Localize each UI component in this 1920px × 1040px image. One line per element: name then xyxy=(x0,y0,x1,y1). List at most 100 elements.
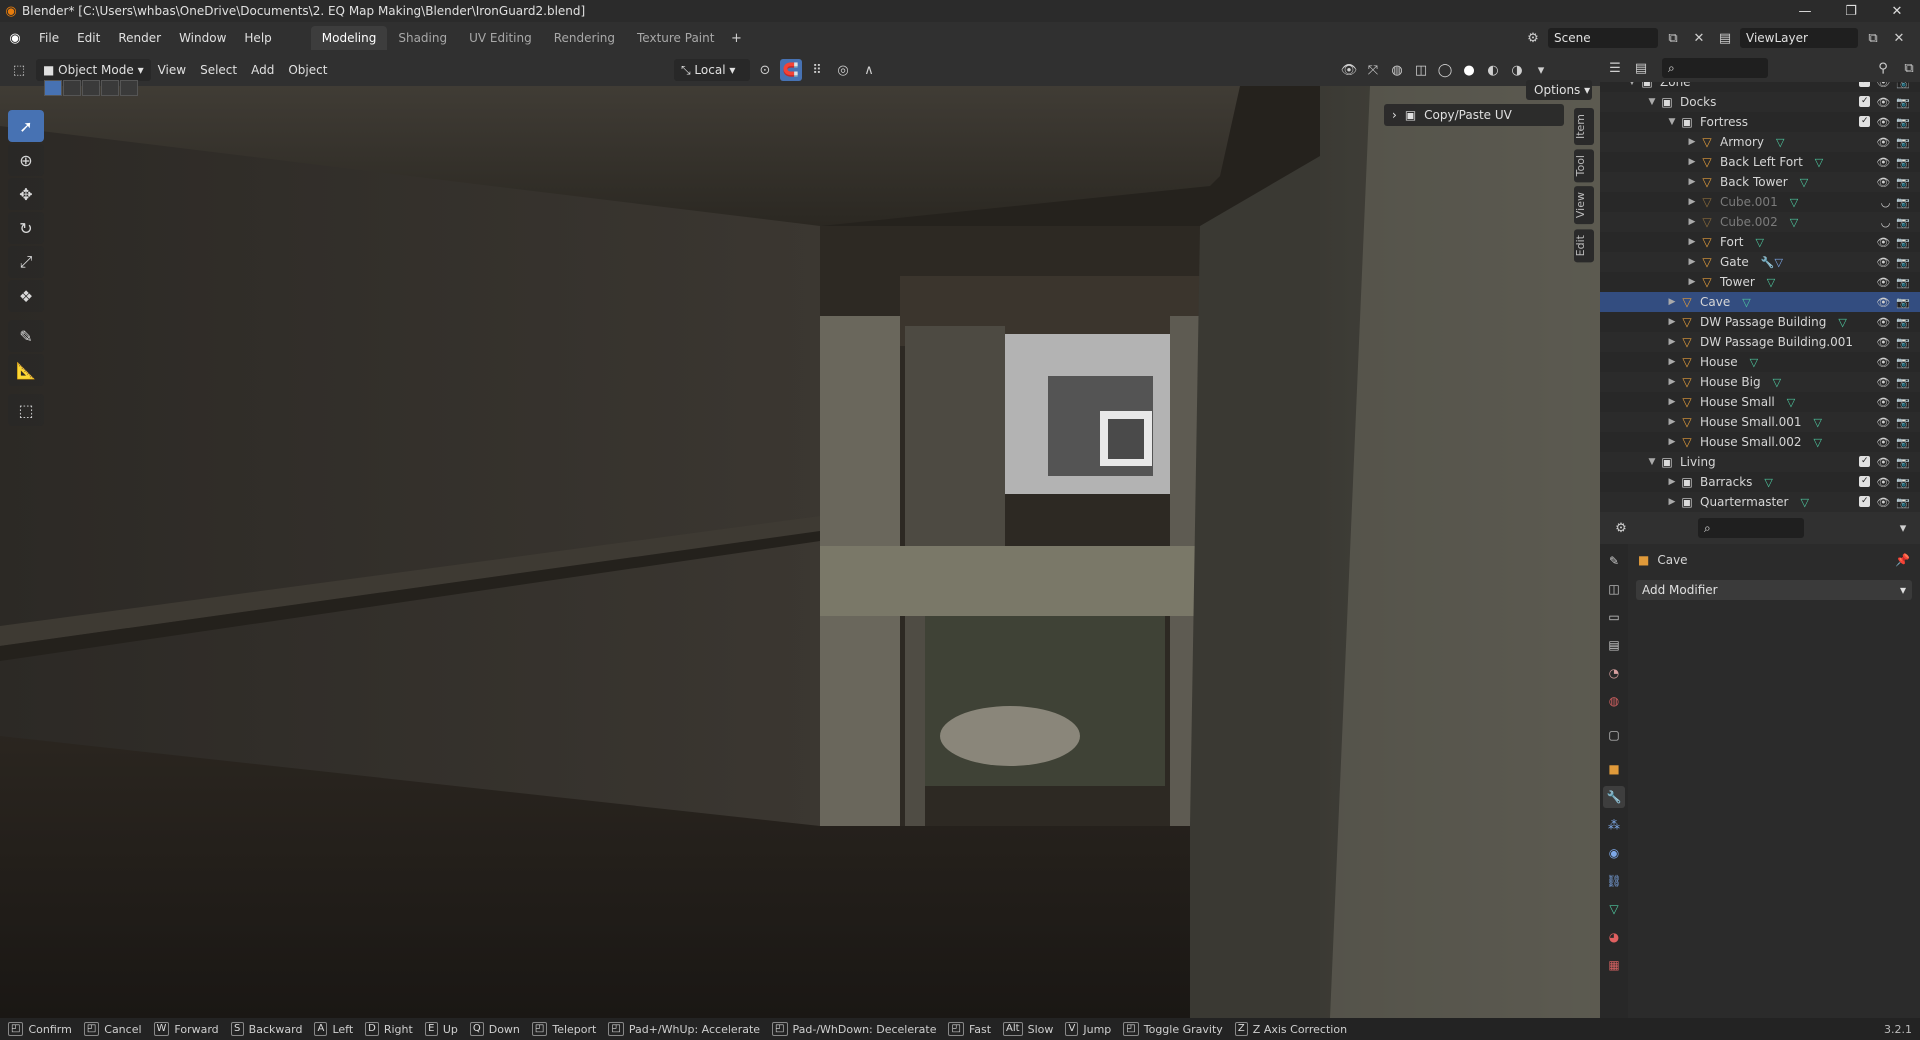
tab-modeling[interactable]: Modeling xyxy=(310,26,388,50)
outliner-row[interactable]: ▶ ▽ Back Left Fort ▽ 👁 📷 xyxy=(1600,152,1920,172)
select-new-icon[interactable] xyxy=(44,80,62,96)
outliner-row[interactable]: ▶ ▽ Cube.002 ▽ ◡ 📷 xyxy=(1600,212,1920,232)
collapse-arrow-icon[interactable]: ▶ xyxy=(1666,437,1678,447)
collapse-arrow-icon[interactable]: ▶ xyxy=(1686,257,1698,267)
outliner-row[interactable]: ▶ ▽ House Small ▽ 👁 📷 xyxy=(1600,392,1920,412)
mode-selector[interactable]: ■ Object Mode ▾ xyxy=(36,59,151,81)
measure-tool-icon[interactable]: 📐 xyxy=(8,354,44,386)
expand-arrow-icon[interactable]: ▼ xyxy=(1626,82,1638,87)
remove-scene-icon[interactable]: ✕ xyxy=(1688,27,1710,49)
properties-search-input[interactable]: ⌕ xyxy=(1698,518,1804,538)
collapse-arrow-icon[interactable]: ▶ xyxy=(1666,337,1678,347)
proportional-edit-icon[interactable]: ◎ xyxy=(832,59,854,81)
blender-menu-icon[interactable]: ◉ xyxy=(0,27,30,49)
collapse-arrow-icon[interactable]: ▶ xyxy=(1686,277,1698,287)
camera-icon[interactable]: 📷 xyxy=(1896,196,1910,209)
camera-icon[interactable]: 📷 xyxy=(1896,96,1910,109)
outliner-row[interactable]: ▼ ▣ Docks ✓ 👁 📷 xyxy=(1600,92,1920,112)
camera-icon[interactable]: 📷 xyxy=(1896,436,1910,449)
new-collection-icon[interactable]: ⧉ xyxy=(1898,57,1920,79)
3d-viewport[interactable] xyxy=(0,86,1600,1018)
mesh-data-badge-icon[interactable]: ▽ xyxy=(1773,376,1781,389)
mesh-data-badge-icon[interactable]: ▽ xyxy=(1813,436,1821,449)
world-tab-icon[interactable]: ◍ xyxy=(1603,690,1625,712)
camera-icon[interactable]: 📷 xyxy=(1896,416,1910,429)
transform-tool-icon[interactable]: ❖ xyxy=(8,280,44,312)
select-intersect-icon[interactable] xyxy=(120,80,138,96)
camera-icon[interactable]: 📷 xyxy=(1896,376,1910,389)
camera-icon[interactable]: 📷 xyxy=(1896,156,1910,169)
menu-window[interactable]: Window xyxy=(170,26,235,50)
collapse-arrow-icon[interactable]: ▶ xyxy=(1666,297,1678,307)
mesh-data-badge-icon[interactable]: ▽ xyxy=(1764,476,1772,489)
camera-icon[interactable]: 📷 xyxy=(1896,396,1910,409)
eye-icon[interactable]: 👁 xyxy=(1876,136,1890,149)
camera-icon[interactable]: 📷 xyxy=(1896,336,1910,349)
camera-icon[interactable]: 📷 xyxy=(1896,176,1910,189)
pivot-icon[interactable]: ⊙ xyxy=(754,59,776,81)
eye-closed-icon[interactable]: ◡ xyxy=(1881,216,1891,229)
output-tab-icon[interactable]: ▭ xyxy=(1603,606,1625,628)
orientation-selector[interactable]: ⤡ Local ▾ xyxy=(674,59,750,81)
exclude-checkbox[interactable]: ✓ xyxy=(1859,495,1871,507)
outliner-row[interactable]: ▶ ▽ House Small.001 ▽ 👁 📷 xyxy=(1600,412,1920,432)
select-invert-icon[interactable] xyxy=(101,80,119,96)
outliner-row[interactable]: ▶ ▽ Tower ▽ 👁 📷 xyxy=(1600,272,1920,292)
select-box-tool-icon[interactable]: ➚ xyxy=(8,110,44,142)
outliner-row[interactable]: ▶ ▣ Quartermaster ▽ ✓ 👁 📷 xyxy=(1600,492,1920,512)
mesh-data-badge-icon[interactable]: ▽ xyxy=(1767,276,1775,289)
modifier-tab-icon[interactable]: 🔧 xyxy=(1603,786,1625,808)
falloff-icon[interactable]: ∧ xyxy=(858,59,880,81)
display-mode-icon[interactable]: ▤ xyxy=(1630,57,1652,79)
eye-icon[interactable]: 👁 xyxy=(1876,82,1890,89)
visibility-icon[interactable]: 👁 xyxy=(1338,59,1360,81)
minimize-button[interactable]: — xyxy=(1782,0,1828,22)
outliner-row[interactable]: ▶ ▽ House ▽ 👁 📷 xyxy=(1600,352,1920,372)
outliner-row[interactable]: ▶ ▽ Cave ▽ 👁 📷 xyxy=(1600,292,1920,312)
chevron-down-icon[interactable]: ▾ xyxy=(1892,517,1914,539)
camera-icon[interactable]: 📷 xyxy=(1896,276,1910,289)
mesh-data-badge-icon[interactable]: ▽ xyxy=(1742,296,1750,309)
outliner-row[interactable]: ▶ ▣ Barracks ▽ ✓ 👁 📷 xyxy=(1600,472,1920,492)
camera-icon[interactable]: 📷 xyxy=(1896,216,1910,229)
data-tab-icon[interactable]: ▽ xyxy=(1603,898,1625,920)
menu-view[interactable]: View xyxy=(151,59,193,81)
tab-uv-editing[interactable]: UV Editing xyxy=(458,26,543,50)
camera-icon[interactable]: 📷 xyxy=(1896,456,1910,469)
outliner-row[interactable]: ▶ ▽ Cube.001 ▽ ◡ 📷 xyxy=(1600,192,1920,212)
camera-icon[interactable]: 📷 xyxy=(1896,136,1910,149)
collapse-arrow-icon[interactable]: ▶ xyxy=(1686,157,1698,167)
add-modifier-button[interactable]: Add Modifier ▾ xyxy=(1636,580,1912,600)
pin-icon[interactable]: 📌 xyxy=(1895,553,1910,567)
mesh-data-badge-icon[interactable]: ▽ xyxy=(1787,396,1795,409)
eye-icon[interactable]: 👁 xyxy=(1876,356,1890,369)
outliner-editor-icon[interactable]: ☰ xyxy=(1604,57,1626,79)
camera-icon[interactable]: 📷 xyxy=(1896,316,1910,329)
copy-paste-uv-panel[interactable]: › ▣ Copy/Paste UV xyxy=(1384,104,1564,126)
camera-icon[interactable]: 📷 xyxy=(1896,356,1910,369)
exclude-checkbox[interactable]: ✓ xyxy=(1859,455,1871,467)
outliner-row[interactable]: ▶ ▽ DW Passage Building ▽ 👁 📷 xyxy=(1600,312,1920,332)
menu-edit[interactable]: Edit xyxy=(68,26,109,50)
object-tab-icon[interactable]: ■ xyxy=(1603,758,1625,780)
rendered-shading-icon[interactable]: ◑ xyxy=(1506,59,1528,81)
eye-icon[interactable]: 👁 xyxy=(1876,376,1890,389)
new-view-layer-icon[interactable]: ⧉ xyxy=(1862,27,1884,49)
snap-icon[interactable]: 🧲 xyxy=(780,59,802,81)
collapse-arrow-icon[interactable]: ▶ xyxy=(1666,497,1678,507)
options-button[interactable]: Options ▾ xyxy=(1526,80,1592,100)
outliner-row[interactable]: ▶ ▽ Back Tower ▽ 👁 📷 xyxy=(1600,172,1920,192)
eye-icon[interactable]: 👁 xyxy=(1876,296,1890,309)
menu-object[interactable]: Object xyxy=(281,59,334,81)
cursor-tool-icon[interactable]: ⊕ xyxy=(8,144,44,176)
collapse-arrow-icon[interactable]: ▶ xyxy=(1666,377,1678,387)
expand-arrow-icon[interactable]: ▼ xyxy=(1646,457,1658,467)
add-workspace-icon[interactable]: + xyxy=(725,27,747,49)
outliner-row[interactable]: ▶ ▽ Fort ▽ 👁 📷 xyxy=(1600,232,1920,252)
solid-shading-icon[interactable]: ● xyxy=(1458,59,1480,81)
eye-icon[interactable]: 👁 xyxy=(1876,116,1890,129)
move-tool-icon[interactable]: ✥ xyxy=(8,178,44,210)
render-tab-icon[interactable]: ◫ xyxy=(1603,578,1625,600)
mesh-data-badge-icon[interactable]: ▽ xyxy=(1815,156,1823,169)
eye-icon[interactable]: 👁 xyxy=(1876,96,1890,109)
